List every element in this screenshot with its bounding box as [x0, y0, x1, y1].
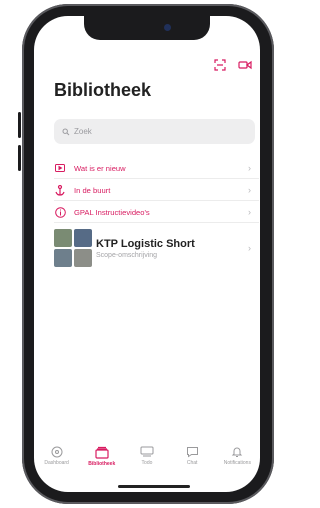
- menu-item-nearby[interactable]: In de buurt ›: [54, 180, 259, 201]
- tab-bar: Dashboard Bibliotheek Todo Chat Notifica…: [34, 446, 260, 480]
- search-placeholder: Zoek: [74, 127, 92, 136]
- tab-chat[interactable]: Chat: [170, 446, 214, 466]
- menu-item-label: In de buurt: [74, 185, 111, 195]
- tab-dashboard[interactable]: Dashboard: [35, 446, 79, 466]
- bell-icon: [232, 447, 243, 457]
- notch: [84, 16, 210, 40]
- tab-label: Dashboard: [44, 460, 69, 466]
- search-icon: [62, 128, 70, 135]
- side-button-left-2: [18, 145, 21, 171]
- library-item-title: KTP Logistic Short: [96, 237, 195, 250]
- menu-list: Wat is er nieuw › In de buurt › GPAL Ins…: [54, 158, 259, 224]
- page-title: Bibliotheek: [54, 80, 152, 100]
- chat-icon: [186, 447, 198, 458]
- menu-item-instruction-videos[interactable]: GPAL Instructievideo's ›: [54, 202, 259, 223]
- scan-icon[interactable]: [214, 59, 226, 71]
- library-item-subtitle: Scope-omschrijving: [96, 251, 158, 259]
- dashboard-icon: [51, 446, 63, 458]
- play-icon: [54, 164, 66, 172]
- info-icon: [54, 206, 66, 218]
- side-button-left: [18, 112, 21, 138]
- video-icon[interactable]: [238, 59, 252, 71]
- tab-label: Notifications: [223, 460, 251, 466]
- home-indicator: [118, 485, 190, 488]
- tab-label: Bibliotheek: [88, 461, 116, 467]
- menu-item-label: Wat is er nieuw: [74, 163, 126, 173]
- tab-todo[interactable]: Todo: [125, 446, 169, 466]
- tab-label: Todo: [141, 460, 153, 466]
- tab-library[interactable]: Bibliotheek: [80, 446, 124, 467]
- camera: [164, 24, 171, 31]
- library-item[interactable]: KTP Logistic Short Scope-omschrijving ›: [54, 224, 259, 272]
- app-screen: Bibliotheek Zoek Wat is er nieuw › In de…: [34, 16, 260, 492]
- chevron-right-icon: ›: [248, 163, 251, 173]
- library-icon: [95, 446, 109, 459]
- menu-item-label: GPAL Instructievideo's: [74, 207, 150, 217]
- chevron-right-icon: ›: [248, 243, 251, 253]
- video-thumbnail: [54, 229, 92, 267]
- search-input[interactable]: Zoek: [54, 119, 255, 144]
- menu-item-whats-new[interactable]: Wat is er nieuw ›: [54, 158, 259, 179]
- todo-icon: [140, 446, 154, 457]
- tab-label: Chat: [186, 460, 198, 466]
- chevron-right-icon: ›: [248, 207, 251, 217]
- chevron-right-icon: ›: [248, 185, 251, 195]
- anchor-icon: [54, 184, 66, 196]
- header-actions: [214, 59, 252, 71]
- tab-notifications[interactable]: Notifications: [215, 446, 259, 466]
